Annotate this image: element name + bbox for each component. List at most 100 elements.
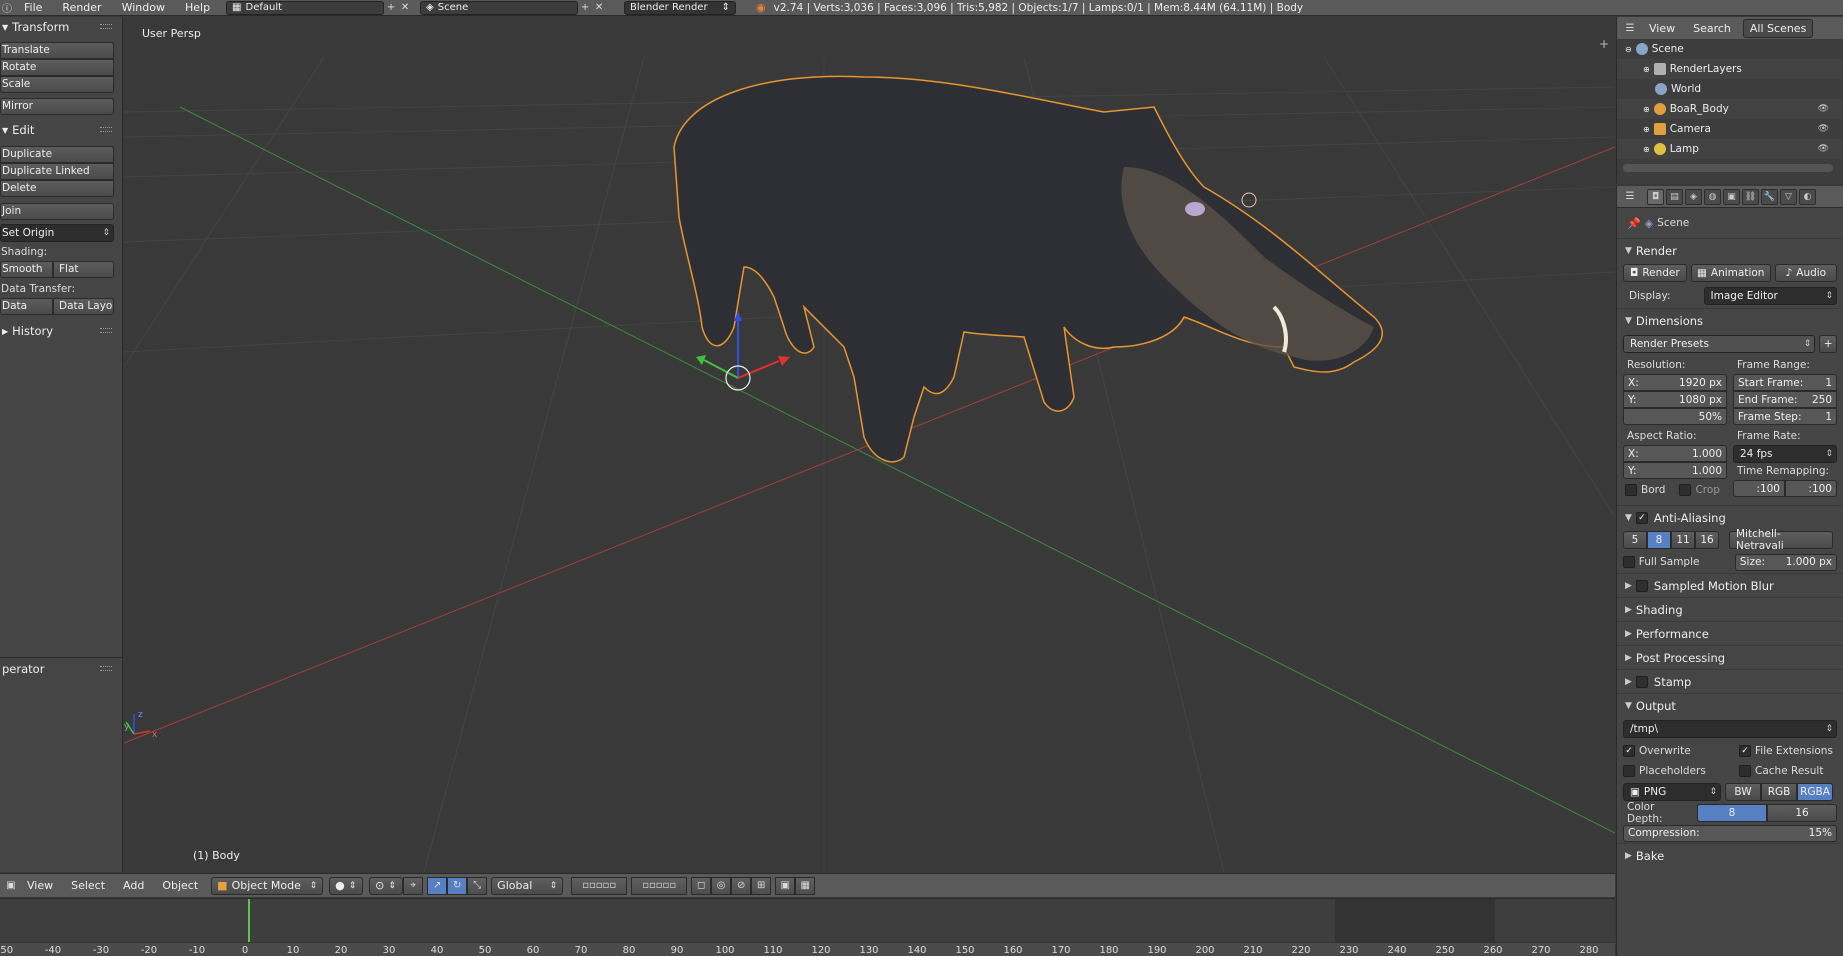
add-layout-icon[interactable]: +	[384, 1, 398, 15]
outliner-view-menu[interactable]: View	[1643, 20, 1681, 37]
outliner-search-menu[interactable]: Search	[1687, 20, 1737, 37]
color-rgb-button[interactable]: RGB	[1761, 783, 1797, 801]
mode-select[interactable]: ■ Object Mode ⇕	[211, 876, 324, 895]
duplicate-linked-button[interactable]: Duplicate Linked	[0, 163, 114, 180]
start-frame-field[interactable]: Start Frame: 1	[1733, 374, 1837, 391]
aspect-x-field[interactable]: X: 1.000	[1623, 445, 1727, 462]
post-processing-panel-header[interactable]: ▶ Post Processing	[1617, 645, 1843, 669]
render-engine-select[interactable]: Blender Render ⇕	[624, 0, 737, 15]
display-select[interactable]: Image Editor	[1703, 287, 1837, 305]
menu-view[interactable]: View	[18, 879, 62, 892]
data-layout-button[interactable]: Data Layo	[53, 298, 114, 315]
smooth-button[interactable]: Smooth	[0, 261, 53, 278]
render-anim-icon[interactable]: ▦	[795, 876, 816, 895]
aa-sample-5-button[interactable]: 5	[1623, 531, 1647, 549]
set-origin-select[interactable]: Set Origin	[0, 224, 114, 242]
border-checkbox[interactable]	[1625, 484, 1637, 496]
visibility-eye-icon[interactable]: 👁	[1818, 104, 1829, 114]
render-tab-icon[interactable]: ◘	[1647, 188, 1664, 205]
snap-toggle-icon[interactable]: ⊘	[731, 876, 752, 895]
aa-sample-8-button[interactable]: 8	[1647, 531, 1671, 549]
x-arrow[interactable]	[737, 360, 780, 379]
motion-blur-panel-header[interactable]: ▶ Sampled Motion Blur	[1617, 573, 1843, 597]
data-button[interactable]: Data	[0, 298, 53, 315]
menu-add[interactable]: Add	[114, 879, 153, 892]
add-preset-icon[interactable]: +	[1819, 335, 1837, 353]
depth-16-button[interactable]: 16	[1767, 804, 1837, 822]
viewport-shading-select[interactable]: ● ⇕	[329, 876, 364, 895]
compression-slider[interactable]: Compression: 15%	[1623, 824, 1837, 842]
expand-icon[interactable]: ⊕	[1643, 125, 1650, 134]
manipulator-toggle[interactable]: ⌖	[403, 876, 424, 895]
duplicate-button[interactable]: Duplicate	[0, 146, 114, 163]
aa-size-field[interactable]: Size: 1.000 px	[1734, 553, 1837, 571]
layers-row-2[interactable]: ▫▫▫▫▫	[631, 876, 688, 895]
translate-button[interactable]: Translate	[0, 42, 114, 59]
menu-window[interactable]: Window	[112, 0, 175, 16]
3d-viewport[interactable]: z x y User Persp (1) Body +	[124, 17, 1615, 872]
delete-button[interactable]: Delete	[0, 180, 114, 197]
frame-rate-select[interactable]: 24 fps	[1733, 445, 1837, 463]
menu-render[interactable]: Render	[52, 0, 111, 16]
outliner-row-renderlayers[interactable]: ⊕ RenderLayers	[1617, 59, 1843, 79]
outliner-row-camera[interactable]: ⊕ Camera 👁	[1617, 119, 1843, 139]
dimensions-panel-header[interactable]: ▼ Dimensions	[1617, 308, 1843, 332]
aa-sample-16-button[interactable]: 16	[1695, 531, 1719, 549]
constraints-tab-icon[interactable]: ⛓	[1742, 188, 1759, 205]
expand-icon[interactable]: ⊕	[1643, 145, 1650, 154]
stamp-checkbox[interactable]	[1635, 675, 1648, 688]
visibility-eye-icon[interactable]: 👁	[1818, 124, 1829, 134]
join-button[interactable]: Join	[0, 203, 114, 220]
placeholders-checkbox[interactable]	[1623, 765, 1635, 777]
remove-scene-icon[interactable]: ✕	[592, 1, 606, 15]
object-tab-icon[interactable]: ▣	[1723, 188, 1740, 205]
render-button[interactable]: ◘ Render	[1623, 264, 1687, 282]
scene-tab-icon[interactable]: ◈	[1685, 188, 1702, 205]
resolution-percentage-field[interactable]: 50%	[1623, 408, 1727, 425]
material-tab-icon[interactable]: ◐	[1799, 188, 1816, 205]
file-extensions-checkbox[interactable]: ✓	[1739, 745, 1751, 757]
boar-mesh[interactable]	[673, 75, 1383, 463]
aa-filter-select[interactable]: Mitchell-Netravali	[1729, 528, 1833, 552]
history-panel-header[interactable]: ▶ History	[0, 321, 122, 341]
rotate-button[interactable]: Rotate	[0, 59, 114, 76]
remap-new-field[interactable]: :100	[1785, 480, 1837, 497]
menu-help[interactable]: Help	[175, 0, 220, 16]
stamp-panel-header[interactable]: ▶ Stamp	[1617, 669, 1843, 693]
modifiers-tab-icon[interactable]: 🔧	[1761, 188, 1778, 205]
motion-blur-checkbox[interactable]	[1635, 579, 1648, 592]
depth-8-button[interactable]: 8	[1697, 804, 1767, 822]
world-tab-icon[interactable]: ◍	[1704, 188, 1721, 205]
scene-selector[interactable]: ◈ Scene	[420, 0, 579, 15]
aspect-y-field[interactable]: Y: 1.000	[1623, 462, 1727, 479]
scale-manipulator-toggle[interactable]: ⤡	[467, 876, 488, 895]
output-path-field[interactable]: /tmp\	[1623, 720, 1837, 738]
scale-button[interactable]: Scale	[0, 76, 114, 93]
transform-orientation-select[interactable]: Global ⇕	[491, 876, 564, 895]
remap-old-field[interactable]: :100	[1733, 480, 1785, 497]
render-preview-icon[interactable]: ▣	[775, 876, 796, 895]
lock-camera-icon[interactable]: ◻	[691, 876, 712, 895]
outliner-row-boar-body[interactable]: ⊕ BoaR_Body 👁	[1617, 99, 1843, 119]
expand-icon[interactable]: ⊕	[1643, 65, 1650, 74]
rotate-manipulator-toggle[interactable]: ↻	[447, 876, 468, 895]
render-layers-tab-icon[interactable]: ▤	[1666, 188, 1683, 205]
snap-element-icon[interactable]: ⊞	[751, 876, 772, 895]
transform-panel-header[interactable]: ▼ Transform	[0, 17, 122, 37]
x-arrow-head[interactable]	[778, 356, 790, 366]
menu-file[interactable]: File	[14, 0, 52, 16]
outliner-row-lamp[interactable]: ⊕ Lamp 👁	[1617, 139, 1843, 159]
shading-panel-header[interactable]: ▶ Shading	[1617, 597, 1843, 621]
anti-aliasing-checkbox[interactable]: ✓	[1635, 511, 1648, 524]
collapse-icon[interactable]: ⊖	[1625, 45, 1632, 54]
render-panel-header[interactable]: ▼ Render	[1617, 238, 1843, 262]
aa-sample-11-button[interactable]: 11	[1671, 531, 1695, 549]
resolution-y-field[interactable]: Y: 1080 px	[1623, 391, 1727, 408]
resolution-x-field[interactable]: X: 1920 px	[1623, 374, 1727, 391]
performance-panel-header[interactable]: ▶ Performance	[1617, 621, 1843, 645]
pivot-point-select[interactable]: ⊙ ⇕	[369, 876, 404, 895]
visibility-eye-icon[interactable]: 👁	[1818, 144, 1829, 154]
output-panel-header[interactable]: ▼ Output	[1617, 693, 1843, 717]
frame-step-field[interactable]: Frame Step: 1	[1733, 408, 1837, 425]
timeline-editor[interactable]: -50 -40 -30 -20 -10 0 10 20 30 40 50 60 70 80 90 100 110…	[0, 898, 1615, 956]
